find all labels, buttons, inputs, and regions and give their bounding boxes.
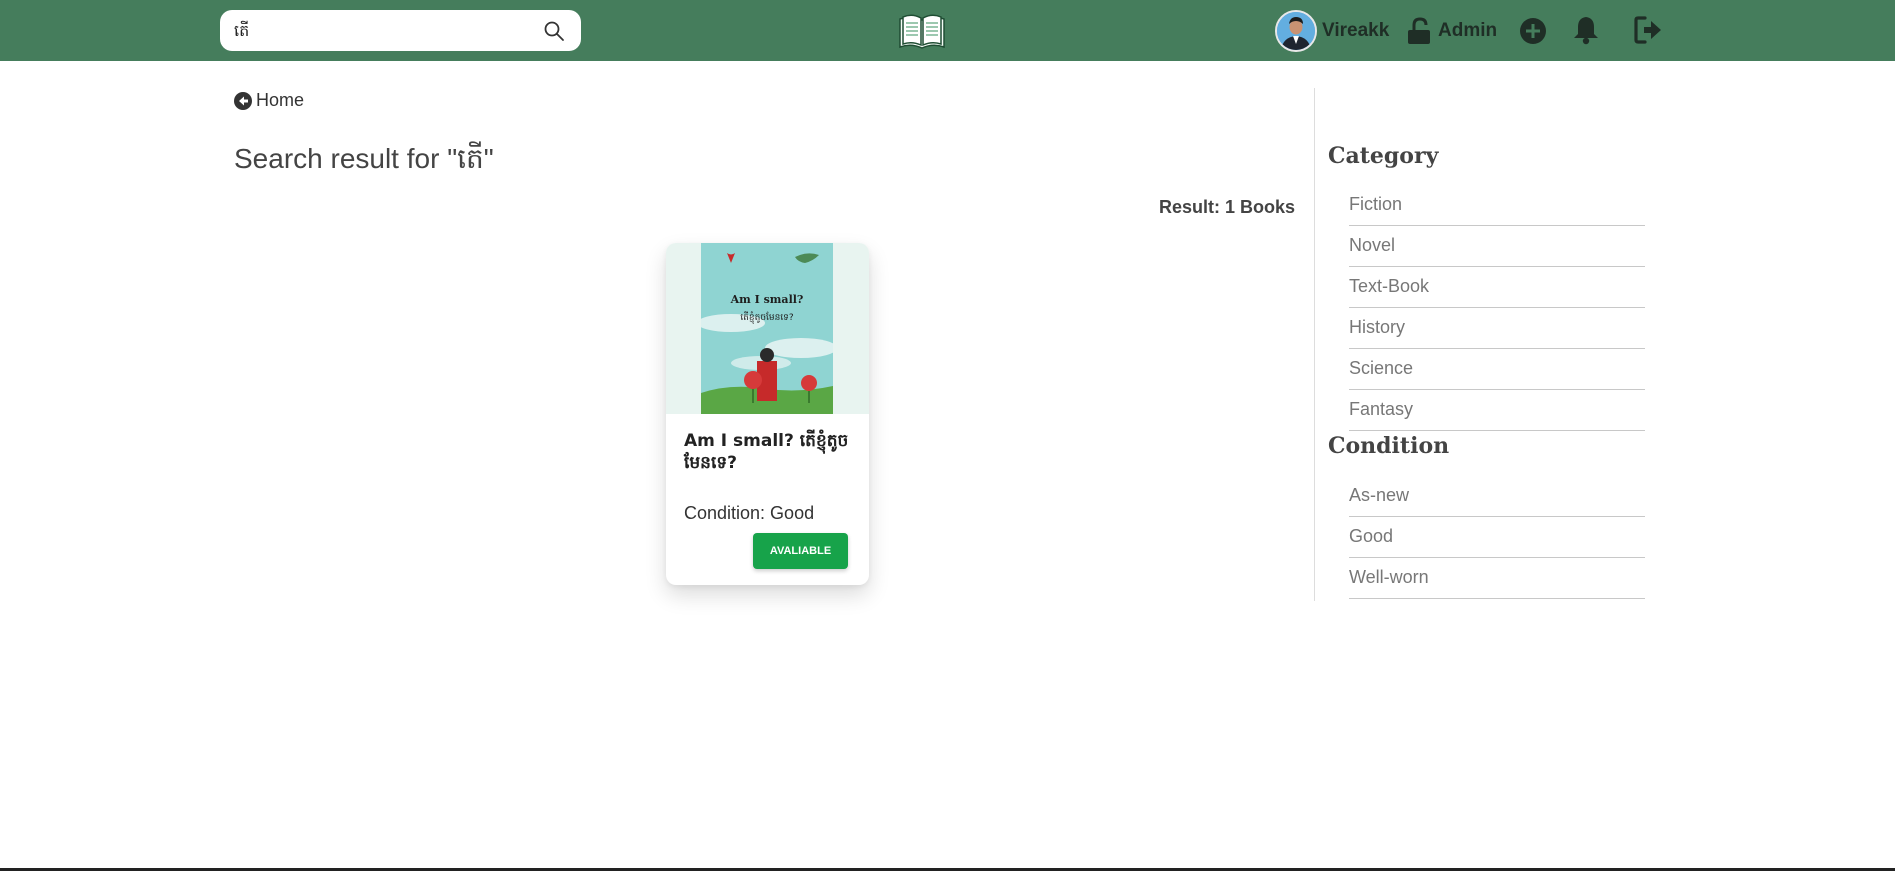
logout-icon[interactable] (1633, 15, 1663, 45)
page-title: Search result for "តើ" (234, 143, 494, 174)
cover-title-km: តើខ្ញុំតូចមែនទេ? (740, 311, 794, 324)
user-profile-link[interactable]: Vireakk (1275, 9, 1389, 53)
category-heading: Category (1328, 143, 1439, 169)
search-icon[interactable] (542, 19, 566, 43)
condition-item-as-new[interactable]: As-new (1349, 477, 1645, 517)
user-photo-icon (1277, 12, 1315, 50)
admin-label: Admin (1438, 20, 1498, 41)
book-condition: Condition: Good (684, 503, 815, 523)
username: Vireakk (1322, 20, 1390, 41)
book-cover-image: Am I small? តើខ្ញុំតូចមែនទេ? (701, 243, 833, 414)
result-count: Result: 1 Books (1158, 197, 1295, 217)
add-book-icon[interactable] (1519, 17, 1547, 45)
back-label: Home (256, 90, 305, 110)
book-card[interactable]: Am I small? តើខ្ញុំតូចមែនទេ? Am I small?… (666, 243, 869, 585)
category-item-text-book[interactable]: Text-Book (1349, 268, 1645, 308)
category-item-history[interactable]: History (1349, 309, 1645, 349)
category-item-fiction[interactable]: Fiction (1349, 186, 1645, 226)
condition-heading: Condition (1328, 433, 1450, 459)
category-item-fantasy[interactable]: Fantasy (1349, 391, 1645, 431)
arrow-circle-left-icon (234, 91, 252, 110)
category-item-novel[interactable]: Novel (1349, 227, 1645, 267)
back-to-home-link[interactable]: Home (234, 90, 304, 111)
search-input[interactable] (232, 19, 536, 45)
condition-list: As-new Good Well-worn (1349, 477, 1645, 600)
category-list: Fiction Novel Text-Book History Science … (1349, 186, 1645, 432)
category-item-science[interactable]: Science (1349, 350, 1645, 390)
bell-icon[interactable] (1572, 15, 1600, 45)
avatar (1275, 10, 1317, 52)
top-navbar: Vireakk Admin (0, 0, 1895, 61)
condition-item-well-worn[interactable]: Well-worn (1349, 559, 1645, 599)
admin-link[interactable]: Admin (1407, 12, 1497, 50)
availability-button[interactable]: AVALIABLE (753, 533, 848, 569)
book-title: Am I small? តើខ្ញុំតូចមែនទេ? (684, 431, 849, 473)
cover-title-en: Am I small? (730, 293, 804, 306)
sidebar-divider (1314, 88, 1315, 601)
search-box (220, 10, 581, 51)
open-book-logo-icon[interactable] (898, 11, 946, 51)
unlock-icon (1408, 17, 1430, 44)
condition-item-good[interactable]: Good (1349, 518, 1645, 558)
book-cover-frame: Am I small? តើខ្ញុំតូចមែនទេ? (666, 243, 869, 414)
